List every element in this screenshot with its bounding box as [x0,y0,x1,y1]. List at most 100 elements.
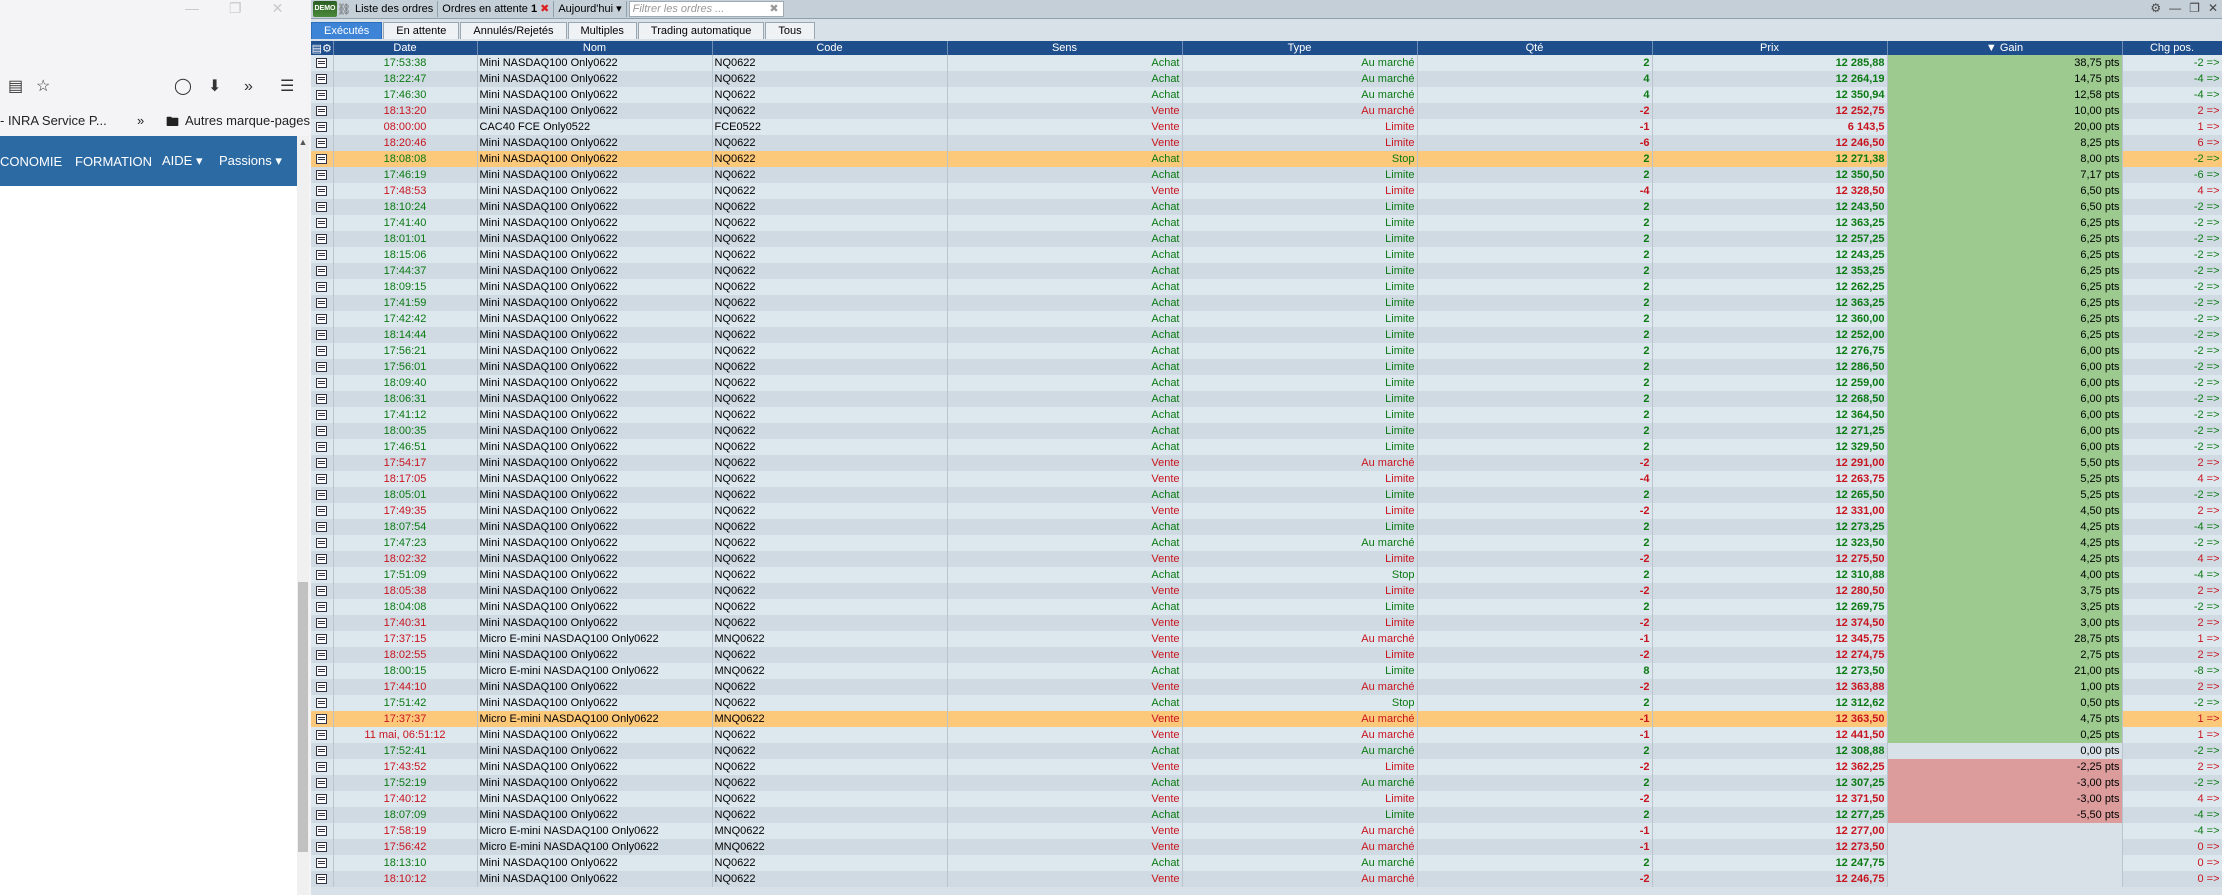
detail-icon[interactable] [316,825,328,836]
table-row[interactable]: 17:49:35 Mini NASDAQ100 Only0622 NQ0622 Ven… [311,503,2222,519]
table-row[interactable]: 17:41:40 Mini NASDAQ100 Only0622 NQ0622 Ach… [311,215,2222,231]
detail-icon[interactable] [316,617,328,628]
table-row[interactable]: 18:04:08 Mini NASDAQ100 Only0622 NQ0622 Ach… [311,599,2222,615]
orders-list-button[interactable]: Liste des ordres [351,1,439,17]
row-detail-icon[interactable] [311,679,334,695]
table-row[interactable]: 18:05:01 Mini NASDAQ100 Only0622 NQ0622 Ach… [311,487,2222,503]
detail-icon[interactable] [316,745,328,756]
table-row[interactable]: 17:40:31 Mini NASDAQ100 Only0622 NQ0622 Ven… [311,615,2222,631]
detail-icon[interactable] [316,105,328,116]
nav-economie[interactable]: CONOMIE [0,154,62,169]
detail-icon[interactable] [316,121,328,132]
tab-5[interactable]: Tous [765,22,815,39]
pending-orders-button[interactable]: Ordres en attente 1 ✖ [438,1,555,17]
detail-icon[interactable] [316,777,328,788]
row-detail-icon[interactable] [311,343,334,359]
row-detail-icon[interactable] [311,823,334,839]
column-settings-icon[interactable]: ▤⚙ [311,41,334,55]
detail-icon[interactable] [316,553,328,564]
detail-icon[interactable] [316,393,328,404]
row-detail-icon[interactable] [311,775,334,791]
col-nom[interactable]: Nom [477,41,713,55]
row-detail-icon[interactable] [311,519,334,535]
row-detail-icon[interactable] [311,375,334,391]
table-row[interactable]: 17:52:41 Mini NASDAQ100 Only0622 NQ0622 Ach… [311,743,2222,759]
row-detail-icon[interactable] [311,151,334,167]
page-scrollbar[interactable]: ▲ [297,136,309,895]
restore-icon[interactable]: ❐ [2189,1,2200,15]
row-detail-icon[interactable] [311,471,334,487]
nav-formation[interactable]: FORMATION [75,154,152,169]
detail-icon[interactable] [316,473,328,484]
row-detail-icon[interactable] [311,135,334,151]
table-row[interactable]: 17:58:19 Micro E-mini NASDAQ100 Only0622 M… [311,823,2222,839]
tab-2[interactable]: Annulés/Rejetés [460,22,567,39]
detail-icon[interactable] [316,729,328,740]
detail-icon[interactable] [316,569,328,580]
close-icon[interactable]: ✕ [272,0,284,18]
table-row[interactable]: 11 mai, 06:51:12 Mini NASDAQ100 Only0622 N… [311,727,2222,743]
col-gain[interactable]: ▼ Gain [1887,41,2123,55]
detail-icon[interactable] [316,73,328,84]
table-row[interactable]: 18:08:08 Mini NASDAQ100 Only0622 NQ0622 Ach… [311,151,2222,167]
table-row[interactable]: 17:48:53 Mini NASDAQ100 Only0622 NQ0622 Ven… [311,183,2222,199]
table-row[interactable]: 18:02:32 Mini NASDAQ100 Only0622 NQ0622 Ven… [311,551,2222,567]
tab-1[interactable]: En attente [383,22,460,39]
row-detail-icon[interactable] [311,215,334,231]
detail-icon[interactable] [316,681,328,692]
scroll-up-icon[interactable]: ▲ [297,136,309,148]
tab-0[interactable]: Exécutés [311,22,383,39]
settings-icon[interactable]: ⚙ [2150,1,2161,15]
row-detail-icon[interactable] [311,855,334,871]
table-row[interactable]: 18:20:46 Mini NASDAQ100 Only0622 NQ0622 Ven… [311,135,2222,151]
row-detail-icon[interactable] [311,807,334,823]
detail-icon[interactable] [316,169,328,180]
row-detail-icon[interactable] [311,791,334,807]
detail-icon[interactable] [316,809,328,820]
row-detail-icon[interactable] [311,247,334,263]
table-row[interactable]: 17:42:42 Mini NASDAQ100 Only0622 NQ0622 Ach… [311,311,2222,327]
row-detail-icon[interactable] [311,167,334,183]
row-detail-icon[interactable] [311,279,334,295]
table-row[interactable]: 17:43:52 Mini NASDAQ100 Only0622 NQ0622 Ven… [311,759,2222,775]
table-row[interactable]: 17:51:42 Mini NASDAQ100 Only0622 NQ0622 Ach… [311,695,2222,711]
detail-icon[interactable] [316,233,328,244]
col-sens[interactable]: Sens [947,41,1183,55]
table-row[interactable]: 18:07:54 Mini NASDAQ100 Only0622 NQ0622 Ach… [311,519,2222,535]
detail-icon[interactable] [316,313,328,324]
table-row[interactable]: 18:09:15 Mini NASDAQ100 Only0622 NQ0622 Ach… [311,279,2222,295]
detail-icon[interactable] [316,185,328,196]
table-row[interactable]: 18:07:09 Mini NASDAQ100 Only0622 NQ0622 Ach… [311,807,2222,823]
row-detail-icon[interactable] [311,359,334,375]
row-detail-icon[interactable] [311,87,334,103]
bookmark-other[interactable]: Autres marque-pages [185,113,310,128]
detail-icon[interactable] [316,521,328,532]
detail-icon[interactable] [316,249,328,260]
table-row[interactable]: 18:15:06 Mini NASDAQ100 Only0622 NQ0622 Ach… [311,247,2222,263]
table-row[interactable]: 17:46:30 Mini NASDAQ100 Only0622 NQ0622 Ach… [311,87,2222,103]
row-detail-icon[interactable] [311,183,334,199]
table-row[interactable]: 18:17:05 Mini NASDAQ100 Only0622 NQ0622 Ven… [311,471,2222,487]
table-row[interactable]: 17:56:21 Mini NASDAQ100 Only0622 NQ0622 Ach… [311,343,2222,359]
detail-icon[interactable] [316,457,328,468]
row-detail-icon[interactable] [311,263,334,279]
detail-icon[interactable] [316,57,328,68]
minimize-icon[interactable]: — [2169,1,2181,15]
table-row[interactable]: 17:44:10 Mini NASDAQ100 Only0622 NQ0622 Ven… [311,679,2222,695]
table-row[interactable]: 17:41:12 Mini NASDAQ100 Only0622 NQ0622 Ach… [311,407,2222,423]
detail-icon[interactable] [316,793,328,804]
row-detail-icon[interactable] [311,711,334,727]
detail-icon[interactable] [316,649,328,660]
table-row[interactable]: 17:44:37 Mini NASDAQ100 Only0622 NQ0622 Ach… [311,263,2222,279]
row-detail-icon[interactable] [311,423,334,439]
table-row[interactable]: 17:54:17 Mini NASDAQ100 Only0622 NQ0622 Ven… [311,455,2222,471]
period-dropdown[interactable]: Aujourd'hui ▾ [554,1,627,17]
row-detail-icon[interactable] [311,743,334,759]
row-detail-icon[interactable] [311,103,334,119]
table-row[interactable]: 18:14:44 Mini NASDAQ100 Only0622 NQ0622 Ach… [311,327,2222,343]
table-row[interactable]: 17:46:51 Mini NASDAQ100 Only0622 NQ0622 Ach… [311,439,2222,455]
detail-icon[interactable] [316,153,328,164]
detail-icon[interactable] [316,665,328,676]
table-row[interactable]: 17:56:01 Mini NASDAQ100 Only0622 NQ0622 Ach… [311,359,2222,375]
table-row[interactable]: 17:41:59 Mini NASDAQ100 Only0622 NQ0622 Ach… [311,295,2222,311]
